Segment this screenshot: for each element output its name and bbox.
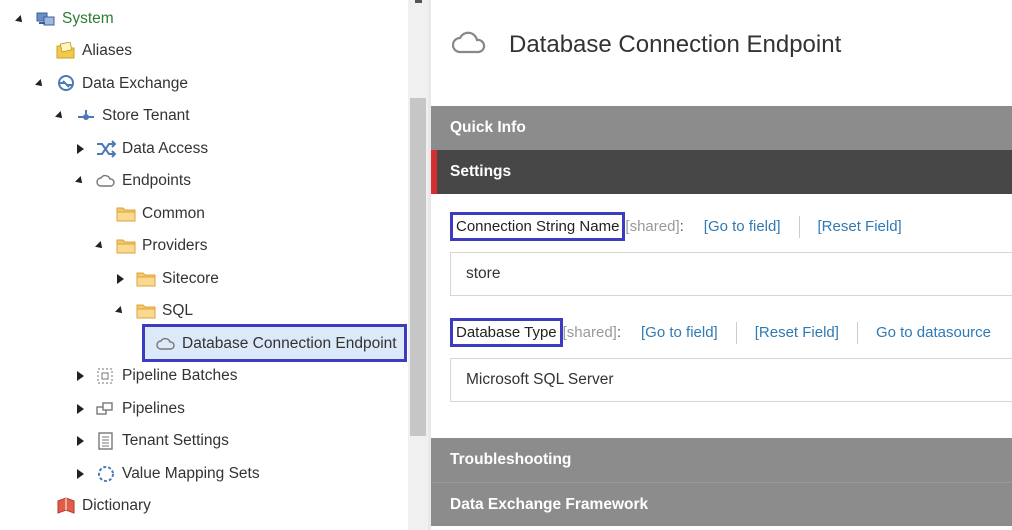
expand-toggle-pipelines[interactable] <box>74 403 86 415</box>
tree-item-label: Providers <box>142 237 208 254</box>
tree-item-label: Sitecore <box>162 270 219 287</box>
tree-item-store-tenant[interactable]: Store Tenant <box>76 101 190 131</box>
section-data-exchange-framework[interactable]: Data Exchange Framework <box>431 482 1012 526</box>
tree-item-dictionary[interactable]: Dictionary <box>56 491 151 521</box>
batch-icon <box>96 366 116 386</box>
tree-item-system[interactable]: System <box>36 4 114 34</box>
expand-toggle-data-exchange[interactable] <box>34 78 46 90</box>
link-separator <box>735 321 737 344</box>
cloud-icon <box>96 171 116 191</box>
expand-toggle-providers[interactable] <box>94 240 106 252</box>
folder-icon <box>136 269 156 289</box>
folder-icon <box>136 301 156 321</box>
tree-item-label: Endpoints <box>122 172 191 189</box>
tree-item-data-exchange[interactable]: Data Exchange <box>56 69 188 99</box>
tree-item-label: Dictionary <box>82 497 151 514</box>
shared-indicator: [shared] <box>625 218 680 235</box>
tree-item-value-mapping-sets[interactable]: Value Mapping Sets <box>96 459 260 489</box>
reset-field-link[interactable]: [Reset Field] <box>755 324 839 341</box>
field-label: Connection String Name <box>450 212 626 241</box>
tree-scrollbar-thumb[interactable] <box>410 98 426 436</box>
folder-icon <box>116 236 136 256</box>
expand-toggle-data-access[interactable] <box>74 143 86 155</box>
tree-item-data-access[interactable]: Data Access <box>96 134 208 164</box>
content-tree: System Aliases Data Exchange Store Tenan… <box>0 0 408 530</box>
expand-toggle-endpoints[interactable] <box>74 175 86 187</box>
tree-item-providers[interactable]: Providers <box>116 231 207 261</box>
tree-item-tenant-settings[interactable]: Tenant Settings <box>96 426 229 456</box>
tree-item-label: Pipeline Batches <box>122 367 238 384</box>
tree-item-label: Database Connection Endpoint <box>182 335 397 352</box>
expand-toggle-tenant-settings[interactable] <box>74 435 86 447</box>
system-icon <box>36 9 56 29</box>
tree-item-pipeline-batches[interactable]: Pipeline Batches <box>96 361 237 391</box>
field-header-database-type: Database Type [shared] : [Go to field] [… <box>450 318 1009 347</box>
tree-item-pipelines[interactable]: Pipelines <box>96 394 185 424</box>
tree-item-label: Tenant Settings <box>122 432 229 449</box>
expand-toggle-pipeline-batches[interactable] <box>74 370 86 382</box>
tenant-icon <box>76 106 96 126</box>
expand-toggle-sql[interactable] <box>114 305 126 317</box>
tree-item-endpoints[interactable]: Endpoints <box>96 166 191 196</box>
expand-toggle-value-mapping-sets[interactable] <box>74 468 86 480</box>
settings-list-icon <box>96 431 116 451</box>
database-type-input[interactable]: Microsoft SQL Server <box>450 358 1012 402</box>
section-quick-info[interactable]: Quick Info <box>431 106 1012 150</box>
tree-item-aliases[interactable]: Aliases <box>56 36 132 66</box>
tree-item-label: Store Tenant <box>102 107 190 124</box>
expand-toggle-store-tenant[interactable] <box>54 110 66 122</box>
aliases-icon <box>56 41 76 61</box>
cloud-icon <box>156 334 176 354</box>
tree-item-database-connection-endpoint[interactable]: Database Connection Endpoint <box>156 329 397 359</box>
pipeline-icon <box>96 399 116 419</box>
tree-item-label: Value Mapping Sets <box>122 465 260 482</box>
tree-item-common[interactable]: Common <box>116 199 205 229</box>
tree-item-label: Pipelines <box>122 400 185 417</box>
tree-item-sitecore[interactable]: Sitecore <box>136 264 219 294</box>
item-editor: Database Connection Endpoint Quick Info … <box>431 0 1012 530</box>
folder-icon <box>116 204 136 224</box>
expand-toggle-system[interactable] <box>14 14 26 26</box>
go-to-field-link[interactable]: [Go to field] <box>704 218 781 235</box>
data-exchange-icon <box>56 74 76 94</box>
shared-indicator: [shared] <box>562 324 617 341</box>
page-title: Database Connection Endpoint <box>509 30 842 58</box>
label-colon: : <box>679 218 684 235</box>
go-to-datasource-link[interactable]: Go to datasource <box>876 324 991 341</box>
editor-header: Database Connection Endpoint <box>451 26 841 63</box>
expand-toggle-sitecore[interactable] <box>114 273 126 285</box>
cloud-icon <box>451 26 489 63</box>
section-troubleshooting[interactable]: Troubleshooting <box>431 438 1012 482</box>
tree-item-label: Data Access <box>122 140 209 157</box>
link-separator <box>798 215 800 238</box>
tree-item-sql[interactable]: SQL <box>136 296 193 326</box>
connection-string-input[interactable]: store <box>450 252 1012 296</box>
go-to-field-link[interactable]: [Go to field] <box>641 324 718 341</box>
scroll-up-arrow[interactable] <box>415 0 422 3</box>
tree-item-label: Common <box>142 205 205 222</box>
book-icon <box>56 496 76 516</box>
label-colon: : <box>616 324 622 341</box>
shuffle-icon <box>96 139 116 159</box>
section-settings[interactable]: Settings <box>431 150 1012 194</box>
circle-dotted-icon <box>96 464 116 484</box>
tree-item-label: Data Exchange <box>82 75 188 92</box>
tree-item-label: Aliases <box>82 42 132 59</box>
field-label: Database Type <box>450 318 563 347</box>
tree-item-label: SQL <box>162 302 194 319</box>
link-separator <box>856 321 858 344</box>
reset-field-link[interactable]: [Reset Field] <box>818 218 902 235</box>
field-header-connection-string: Connection String Name [shared] : [Go to… <box>450 212 920 241</box>
tree-item-label: System <box>62 10 114 27</box>
